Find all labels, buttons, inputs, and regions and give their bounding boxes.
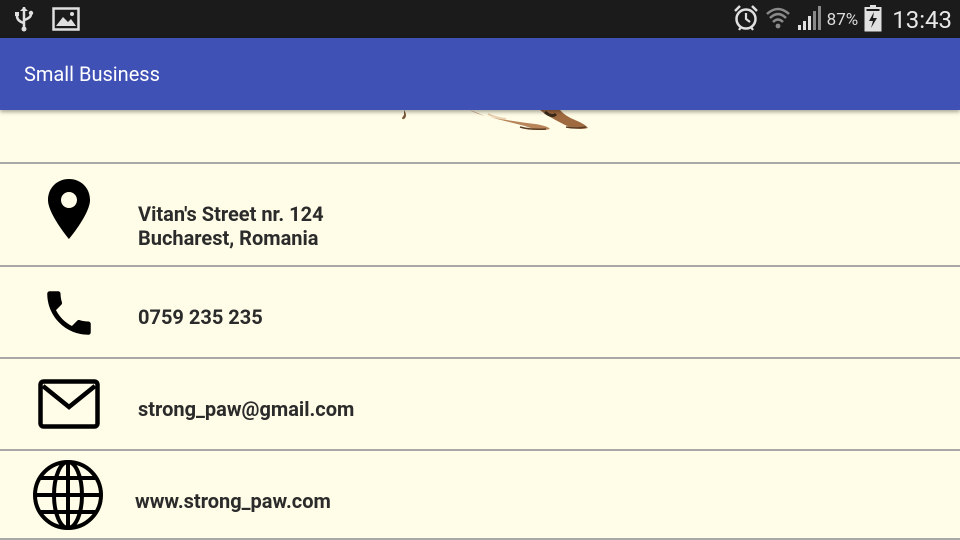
battery-percent: 87%	[826, 10, 859, 30]
usb-icon	[14, 6, 34, 36]
phone-number[interactable]: 0759 235 235	[138, 305, 263, 329]
globe-icon	[32, 459, 104, 535]
wifi-icon	[765, 5, 791, 35]
address-line-1: Vitan's Street nr. 124	[138, 202, 324, 226]
website-row[interactable]: www.strong_paw.com	[0, 451, 960, 540]
battery-charging-icon	[864, 4, 882, 36]
clock: 13:43	[892, 6, 952, 34]
app-title: Small Business	[24, 62, 160, 86]
mail-icon	[38, 379, 100, 433]
image-icon	[52, 7, 80, 35]
address-line-2: Bucharest, Romania	[138, 226, 319, 250]
address-text: Vitan's Street nr. 124 Bucharest, Romani…	[138, 202, 324, 250]
status-right-icons: 87% 13:43	[733, 4, 952, 36]
location-pin-icon	[46, 178, 92, 244]
contact-content: Vitan's Street nr. 124 Bucharest, Romani…	[0, 110, 960, 540]
email-row[interactable]: strong_paw@gmail.com	[0, 359, 960, 449]
hero-image	[0, 110, 960, 162]
status-bar: 87% 13:43	[0, 0, 960, 38]
signal-icon	[797, 5, 821, 35]
status-left-icons	[14, 6, 80, 36]
address-row: Vitan's Street nr. 124 Bucharest, Romani…	[0, 164, 960, 266]
website-url[interactable]: www.strong_paw.com	[135, 489, 331, 513]
email-address[interactable]: strong_paw@gmail.com	[138, 397, 354, 421]
phone-row[interactable]: 0759 235 235	[0, 267, 960, 357]
app-bar: Small Business	[0, 38, 960, 110]
alarm-icon	[733, 4, 759, 36]
phone-icon	[40, 284, 98, 346]
